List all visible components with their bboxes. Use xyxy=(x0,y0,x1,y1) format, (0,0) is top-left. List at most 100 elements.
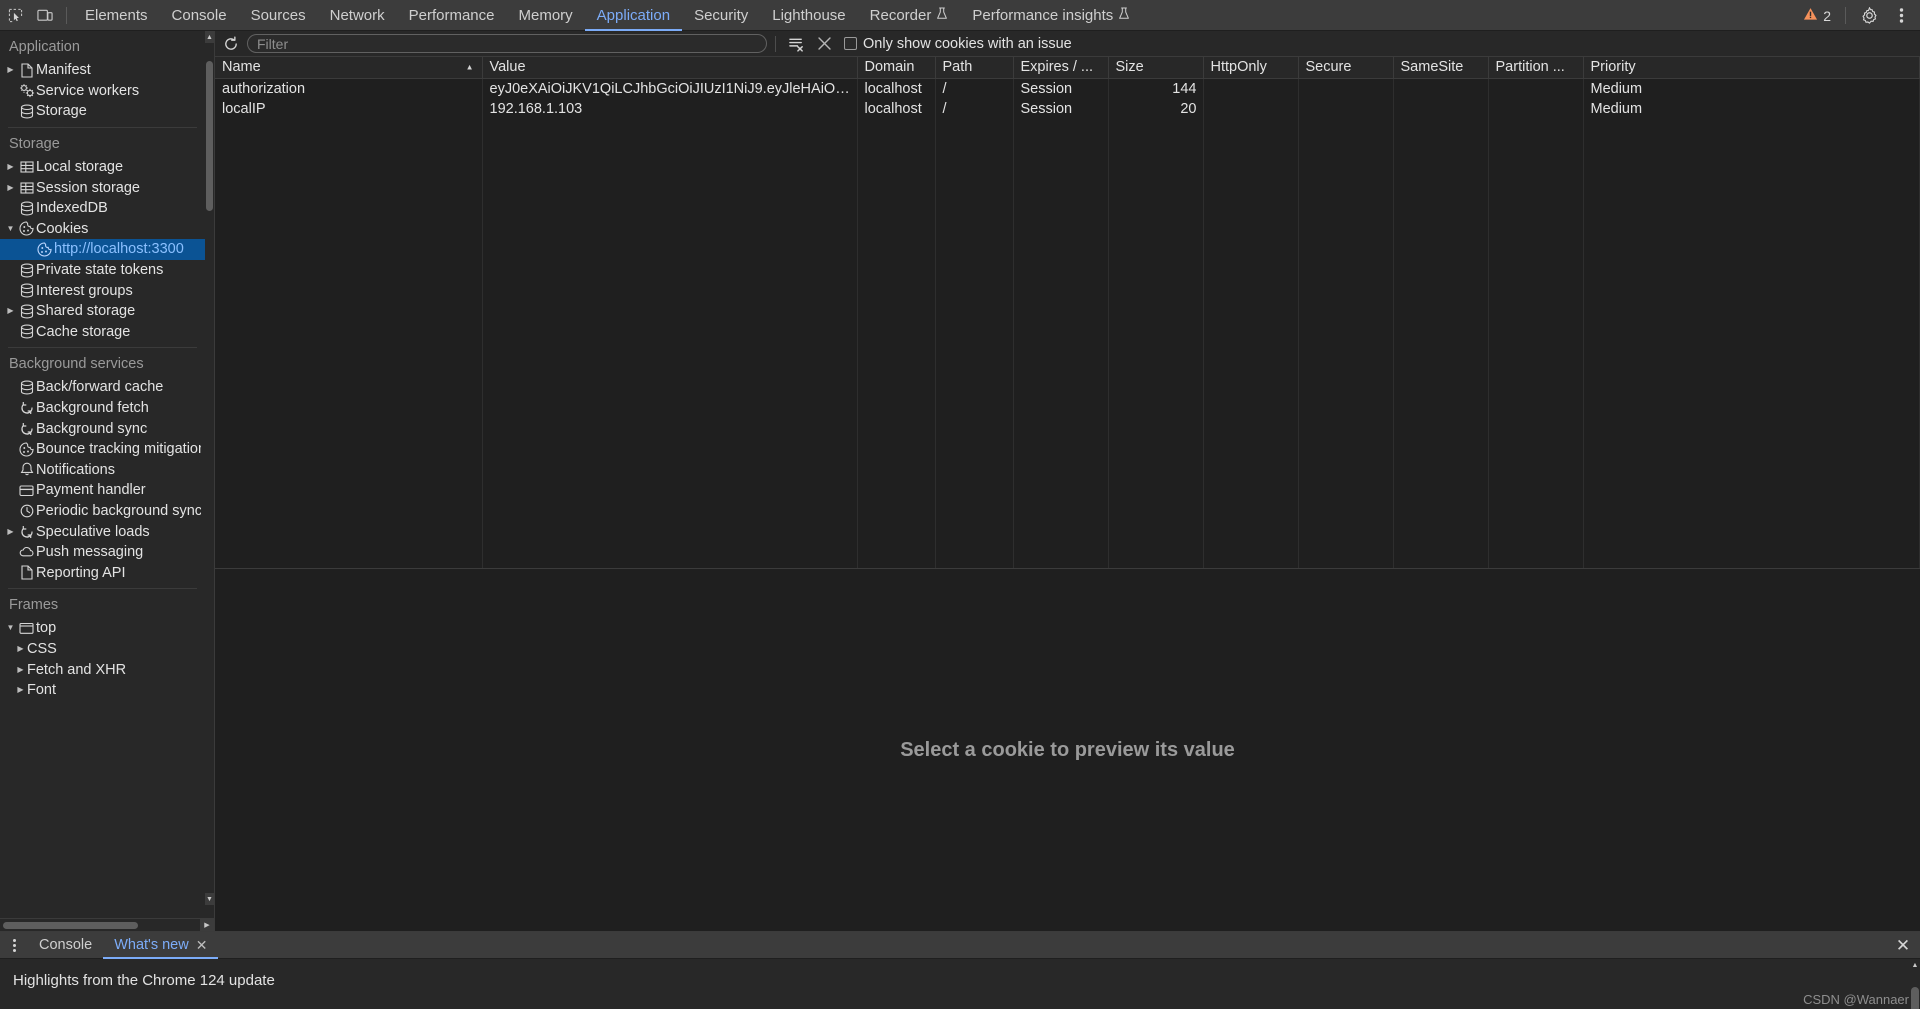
column-header-label: Value xyxy=(489,59,526,76)
tab-performance[interactable]: Performance xyxy=(397,0,507,31)
sidebar-item-local-storage[interactable]: ▶ Local storage xyxy=(0,157,205,178)
sidebar-item-back-forward-cache[interactable]: Back/forward cache xyxy=(0,377,205,398)
drawer-tab-close-icon[interactable]: ✕ xyxy=(196,938,208,952)
sync-icon xyxy=(17,401,36,415)
tab-memory[interactable]: Memory xyxy=(507,0,585,31)
column-header-priority[interactable]: Priority xyxy=(1583,57,1920,79)
device-toolbar-icon[interactable] xyxy=(30,2,60,29)
scroll-up-arrow-icon[interactable]: ▲ xyxy=(205,31,214,43)
column-header-domain[interactable]: Domain xyxy=(857,57,936,79)
chevron-right-icon[interactable]: ▶ xyxy=(14,644,27,653)
sidebar-horizontal-scrollbar[interactable] xyxy=(0,918,214,931)
sidebar-vertical-scrollbar[interactable]: ▲ ▼ xyxy=(205,31,214,918)
sidebar-item-label: Session storage xyxy=(36,179,140,196)
refresh-icon[interactable] xyxy=(219,33,243,55)
warning-count-button[interactable]: 2 xyxy=(1797,3,1837,28)
tab-console[interactable]: Console xyxy=(160,0,239,31)
sidebar-item-top[interactable]: ▼ top xyxy=(0,618,205,639)
tab-sources[interactable]: Sources xyxy=(239,0,318,31)
sidebar-item-label: Bounce tracking mitigations xyxy=(36,441,201,458)
sidebar-item-http-localhost-3300[interactable]: http://localhost:3300 xyxy=(0,239,205,260)
drawer-scroll-up-arrow-icon[interactable]: ▲ xyxy=(1910,959,1920,972)
warning-count-label: 2 xyxy=(1823,7,1831,24)
tab-recorder[interactable]: Recorder xyxy=(858,0,961,31)
cookie-icon xyxy=(35,242,54,257)
inspect-cursor-icon[interactable] xyxy=(0,2,30,29)
tab-application[interactable]: Application xyxy=(584,0,683,31)
tab-performance-insights[interactable]: Performance insights xyxy=(960,0,1142,31)
sidebar-item-private-state-tokens[interactable]: Private state tokens xyxy=(0,260,205,281)
chevron-right-icon[interactable]: ▶ xyxy=(4,307,17,315)
cookie-cell-priority: Medium xyxy=(1583,98,1920,119)
drawer-scroll-thumb[interactable] xyxy=(1911,987,1919,1009)
cookies-toolbar: Only show cookies with an issue xyxy=(215,31,1920,57)
drawer-close-icon[interactable]: ✕ xyxy=(1892,935,1914,956)
chevron-right-icon[interactable]: ▶ xyxy=(4,66,17,74)
delete-selected-cookie-icon[interactable] xyxy=(812,33,836,55)
sidebar-item-indexeddb[interactable]: IndexedDB xyxy=(0,198,205,219)
tab-lighthouse[interactable]: Lighthouse xyxy=(760,0,857,31)
column-header-name[interactable]: Name ▲ xyxy=(215,57,483,79)
tab-security[interactable]: Security xyxy=(682,0,760,31)
sidebar-item-notifications[interactable]: Notifications xyxy=(0,460,205,481)
sidebar-item-font[interactable]: ▶ Font xyxy=(0,680,205,701)
sidebar-item-session-storage[interactable]: ▶ Session storage xyxy=(0,177,205,198)
column-header-secure[interactable]: Secure xyxy=(1298,57,1394,79)
kebab-menu-icon[interactable] xyxy=(1886,2,1916,29)
chevron-right-icon[interactable]: ▶ xyxy=(4,183,17,192)
only-issues-checkbox[interactable] xyxy=(844,37,857,50)
sidebar-scroll-thumb[interactable] xyxy=(206,61,213,211)
cookie-row[interactable]: authorization eyJ0eXAiOiJKV1QiLCJhbGciOiJ… xyxy=(215,78,1920,99)
tab-elements[interactable]: Elements xyxy=(73,0,160,31)
sidebar-item-label: Payment handler xyxy=(36,482,146,499)
scroll-down-arrow-icon[interactable]: ▼ xyxy=(205,893,214,905)
sidebar-item-speculative-loads[interactable]: ▶ Speculative loads xyxy=(0,521,205,542)
chevron-down-icon[interactable]: ▼ xyxy=(4,224,17,233)
chevron-right-icon[interactable]: ▶ xyxy=(4,527,17,536)
drawer-tab-whats-new[interactable]: What's new ✕ xyxy=(103,932,219,959)
sidebar-item-periodic-background-sync[interactable]: Periodic background sync xyxy=(0,501,205,522)
column-header-value[interactable]: Value xyxy=(482,57,858,79)
drawer-kebab-menu-icon[interactable] xyxy=(0,932,28,959)
column-header-path[interactable]: Path xyxy=(935,57,1014,79)
sidebar-item-shared-storage[interactable]: ▶ Shared storage xyxy=(0,301,205,322)
clear-all-cookies-icon[interactable] xyxy=(784,33,808,55)
only-issues-checkbox-wrapper[interactable]: Only show cookies with an issue xyxy=(844,36,1072,52)
sidebar-item-payment-handler[interactable]: Payment handler xyxy=(0,480,205,501)
sidebar-item-manifest[interactable]: ▶ Manifest xyxy=(0,60,205,81)
tab-network[interactable]: Network xyxy=(318,0,397,31)
chevron-right-icon[interactable]: ▶ xyxy=(14,686,27,694)
sync-icon xyxy=(17,525,36,539)
column-header-expires[interactable]: Expires / ... xyxy=(1013,57,1109,79)
scroll-right-arrow-icon[interactable]: ▶ xyxy=(200,918,214,931)
chevron-right-icon[interactable]: ▶ xyxy=(4,163,17,171)
sidebar-item-cookies[interactable]: ▼ Cookies xyxy=(0,219,205,240)
chevron-down-icon[interactable]: ▼ xyxy=(4,624,17,632)
chevron-right-icon[interactable]: ▶ xyxy=(14,665,27,674)
gear-icon[interactable] xyxy=(1854,2,1884,29)
drawer-tab-console[interactable]: Console xyxy=(28,932,103,959)
drawer-vertical-scrollbar[interactable]: ▲ ▼ xyxy=(1910,959,1920,1009)
sidebar-item-storage[interactable]: Storage xyxy=(0,101,205,122)
sidebar-item-fetch-and-xhr[interactable]: ▶ Fetch and XHR xyxy=(0,659,205,680)
sidebar-item-background-sync[interactable]: Background sync xyxy=(0,418,205,439)
column-header-samesite[interactable]: SameSite xyxy=(1393,57,1489,79)
sidebar-item-cache-storage[interactable]: Cache storage xyxy=(0,322,205,343)
sidebar-item-service-workers[interactable]: Service workers xyxy=(0,81,205,102)
filter-input[interactable] xyxy=(247,34,767,53)
cookie-row[interactable]: localIP 192.168.1.103 localhost / Session 20 M… xyxy=(215,98,1920,119)
sidebar-item-bounce-tracking-mitigations[interactable]: Bounce tracking mitigations xyxy=(0,439,205,460)
sidebar-hscroll-thumb[interactable] xyxy=(3,922,138,929)
sidebar-item-push-messaging[interactable]: Push messaging xyxy=(0,542,205,563)
sidebar-item-reporting-api[interactable]: Reporting API xyxy=(0,562,205,583)
sidebar-item-interest-groups[interactable]: Interest groups xyxy=(0,280,205,301)
devtools-window: Elements Console Sources Network Perform… xyxy=(0,0,1920,1009)
sidebar-item-background-fetch[interactable]: Background fetch xyxy=(0,398,205,419)
card-icon xyxy=(17,484,36,497)
column-header-partition[interactable]: Partition ... xyxy=(1488,57,1584,79)
sidebar-item-css[interactable]: ▶ CSS xyxy=(0,639,205,660)
column-header-size[interactable]: Size xyxy=(1108,57,1204,79)
column-header-httponly[interactable]: HttpOnly xyxy=(1203,57,1299,79)
